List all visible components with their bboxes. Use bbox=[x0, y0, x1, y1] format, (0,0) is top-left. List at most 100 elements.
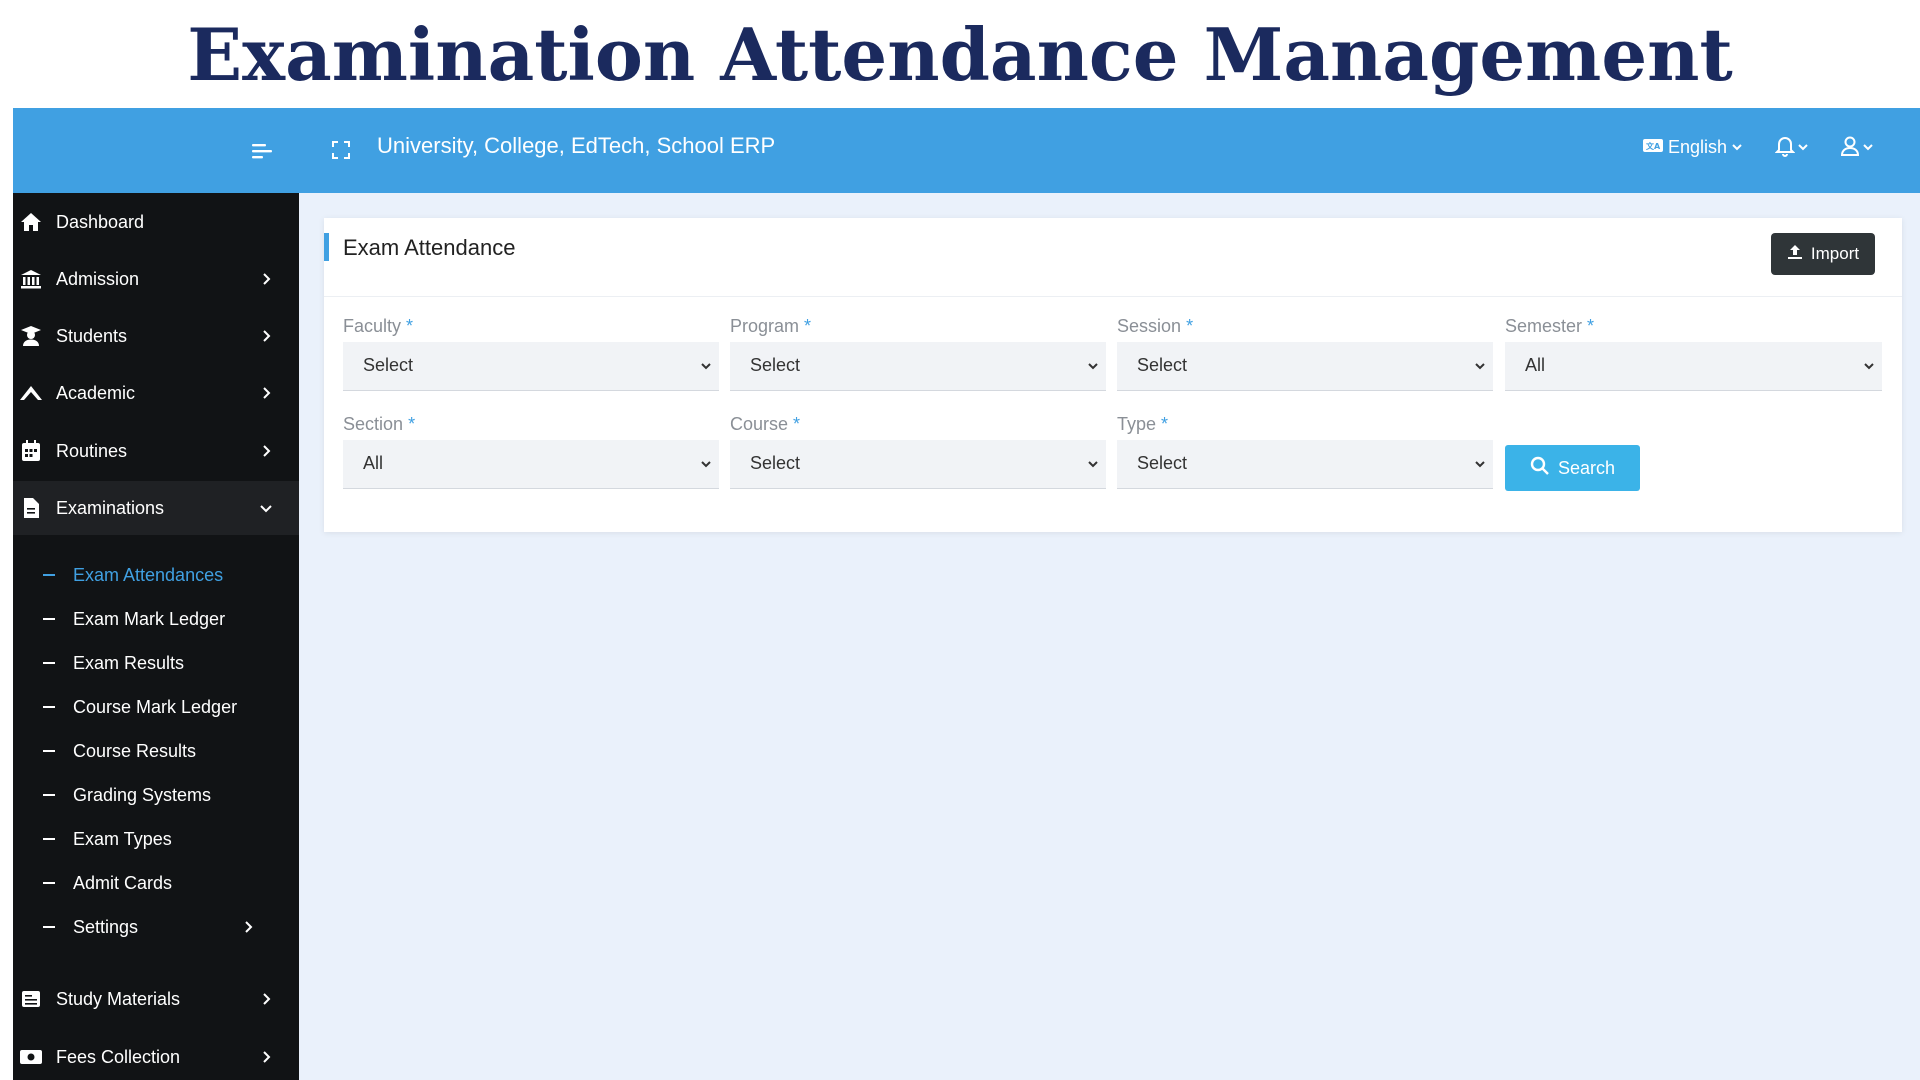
app-title: University, College, EdTech, School ERP bbox=[377, 133, 776, 158]
sidebar-subitem-label: Exam Mark Ledger bbox=[73, 608, 226, 629]
required-mark: * bbox=[408, 414, 416, 434]
bell-icon bbox=[1774, 135, 1796, 162]
semester-select[interactable]: All bbox=[1505, 342, 1882, 391]
sidebar-subitem-grading-systems[interactable]: Grading Systems bbox=[13, 775, 299, 815]
sidebar-subitem-exam-types[interactable]: Exam Types bbox=[13, 819, 299, 859]
chevron-right-icon bbox=[258, 328, 274, 344]
sidebar-item-students[interactable]: Students bbox=[13, 309, 299, 363]
sidebar-subitem-course-mark-ledger[interactable]: Course Mark Ledger bbox=[13, 687, 299, 727]
sidebar-subitem-label: Exam Types bbox=[73, 828, 172, 849]
chevron-down-icon bbox=[1862, 140, 1874, 158]
language-icon: 文A bbox=[1642, 136, 1664, 159]
search-icon bbox=[1530, 456, 1550, 481]
sidebar-subitem-label: Exam Attendances bbox=[73, 564, 224, 585]
sidebar-subitem-label: Settings bbox=[73, 916, 139, 937]
chevron-right-icon bbox=[240, 919, 256, 935]
chevron-down-icon bbox=[258, 500, 274, 516]
chevron-down-icon bbox=[699, 359, 713, 373]
card-title: Exam Attendance bbox=[343, 235, 516, 260]
sidebar-item-label: Routines bbox=[56, 440, 128, 461]
faculty-label: Faculty bbox=[343, 316, 402, 336]
sidebar-item-fees-collection[interactable]: Fees Collection bbox=[13, 1030, 299, 1080]
section-select-value: All bbox=[363, 453, 384, 473]
dash-icon bbox=[43, 574, 55, 576]
import-button-label: Import bbox=[1810, 244, 1860, 263]
sidebar-item-label: Dashboard bbox=[56, 211, 145, 232]
user-menu-button[interactable] bbox=[1840, 135, 1874, 162]
section-select[interactable]: All bbox=[343, 440, 719, 489]
dash-icon bbox=[43, 618, 55, 620]
notifications-button[interactable] bbox=[1774, 135, 1809, 162]
sidebar-subitem-course-results[interactable]: Course Results bbox=[13, 731, 299, 771]
search-button-label: Search bbox=[1557, 457, 1616, 478]
language-label: English bbox=[1668, 137, 1728, 157]
chevron-right-icon bbox=[258, 271, 274, 287]
user-icon bbox=[1840, 135, 1860, 162]
book-icon bbox=[19, 987, 43, 1011]
sidebar-subitem-settings[interactable]: Settings bbox=[13, 907, 299, 947]
chevron-down-icon bbox=[1473, 359, 1487, 373]
faculty-select-value: Select bbox=[363, 355, 414, 375]
required-mark: * bbox=[1161, 414, 1169, 434]
session-select[interactable]: Select bbox=[1117, 342, 1493, 391]
required-mark: * bbox=[1186, 316, 1194, 336]
fullscreen-icon[interactable] bbox=[329, 138, 353, 162]
sidebar-item-label: Fees Collection bbox=[56, 1046, 181, 1067]
menu-toggle-icon[interactable] bbox=[249, 138, 275, 164]
sidebar-item-study-materials[interactable]: Study Materials bbox=[13, 972, 299, 1026]
dash-icon bbox=[43, 882, 55, 884]
sidebar-subitem-exam-attendances[interactable]: Exam Attendances bbox=[13, 555, 299, 595]
required-mark: * bbox=[793, 414, 801, 434]
chevron-down-icon bbox=[1086, 457, 1100, 471]
sidebar-item-academic[interactable]: Academic bbox=[13, 366, 299, 420]
dash-icon bbox=[43, 750, 55, 752]
sidebar-subitem-label: Grading Systems bbox=[73, 784, 212, 805]
sidebar-item-label: Admission bbox=[56, 268, 140, 289]
type-select-value: Select bbox=[1137, 453, 1188, 473]
semester-label: Semester bbox=[1505, 316, 1583, 336]
course-select[interactable]: Select bbox=[730, 440, 1106, 489]
title-accent-bar bbox=[324, 233, 329, 261]
calendar-icon bbox=[19, 439, 43, 463]
upload-icon bbox=[1787, 244, 1803, 265]
sidebar-item-examinations[interactable]: Examinations bbox=[13, 481, 299, 535]
academic-icon bbox=[19, 381, 43, 405]
type-select[interactable]: Select bbox=[1117, 440, 1493, 489]
dash-icon bbox=[43, 926, 55, 928]
document-icon bbox=[19, 496, 43, 520]
sidebar-subitem-exam-results[interactable]: Exam Results bbox=[13, 643, 299, 683]
chevron-right-icon bbox=[258, 991, 274, 1007]
card-header: Exam Attendance Import bbox=[324, 218, 1902, 297]
home-icon bbox=[19, 210, 43, 234]
sidebar-item-admission[interactable]: Admission bbox=[13, 252, 299, 306]
program-select[interactable]: Select bbox=[730, 342, 1106, 391]
course-label: Course bbox=[730, 414, 789, 434]
page-banner-title: Examination Attendance Management bbox=[187, 11, 1733, 97]
money-icon bbox=[19, 1045, 43, 1069]
chevron-down-icon bbox=[1731, 137, 1743, 158]
sidebar-item-dashboard[interactable]: Dashboard bbox=[13, 195, 299, 249]
sidebar-item-label: Academic bbox=[56, 382, 136, 403]
chevron-right-icon bbox=[258, 385, 274, 401]
required-mark: * bbox=[804, 316, 812, 336]
program-select-value: Select bbox=[750, 355, 801, 375]
sidebar-subitem-admit-cards[interactable]: Admit Cards bbox=[13, 863, 299, 903]
chevron-down-icon bbox=[1862, 359, 1876, 373]
import-button[interactable]: Import bbox=[1771, 233, 1875, 275]
chevron-right-icon bbox=[258, 443, 274, 459]
faculty-select[interactable]: Select bbox=[343, 342, 719, 391]
sidebar-subitem-label: Admit Cards bbox=[73, 872, 173, 893]
sidebar-item-label: Students bbox=[56, 325, 128, 346]
chevron-down-icon bbox=[699, 457, 713, 471]
search-button[interactable]: Search bbox=[1505, 445, 1640, 491]
dash-icon bbox=[43, 706, 55, 708]
bank-icon bbox=[19, 267, 43, 291]
sidebar: Dashboard Admission Students Academic Ro… bbox=[13, 193, 299, 1080]
sidebar-subitem-label: Course Results bbox=[73, 740, 197, 761]
section-label: Section bbox=[343, 414, 404, 434]
program-label: Program bbox=[730, 316, 800, 336]
sidebar-subitem-exam-mark-ledger[interactable]: Exam Mark Ledger bbox=[13, 599, 299, 639]
sidebar-item-routines[interactable]: Routines bbox=[13, 424, 299, 478]
language-selector[interactable]: 文A English bbox=[1642, 136, 1743, 159]
dash-icon bbox=[43, 794, 55, 796]
